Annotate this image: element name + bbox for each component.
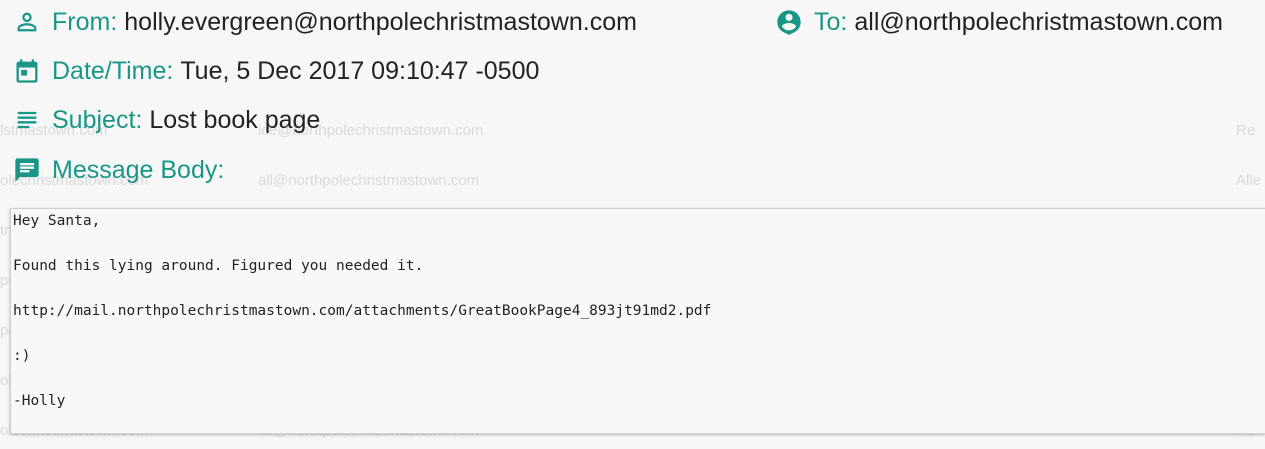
from-field: From: holly.evergreen@northpolechristmas… [12, 7, 637, 37]
subject-field: Subject: Lost book page [12, 105, 320, 135]
subject-lines-icon [12, 105, 42, 135]
message-body-heading: Message Body: [12, 155, 231, 185]
message-body-box[interactable]: Hey Santa, Found this lying around. Figu… [10, 208, 1265, 434]
date-time-label: Date/Time: [52, 57, 174, 85]
email-detail-view: lstmastown.com ice@northpolechristmastown… [0, 0, 1265, 449]
message-line-signature: -Holly [13, 393, 66, 409]
message-line-smiley: :) [13, 348, 31, 364]
message-body-label: Message Body: [52, 156, 225, 184]
account-circle-icon [774, 7, 804, 37]
date-time-value: Tue, 5 Dec 2017 09:10:47 -0500 [180, 57, 540, 85]
from-value: holly.evergreen@northpolechristmastown.c… [124, 8, 637, 36]
message-line-text: Found this lying around. Figured you nee… [13, 258, 424, 274]
subject-value: Lost book page [149, 106, 321, 134]
to-field: To: all@northpolechristmastown.com [774, 7, 1223, 37]
message-line-link[interactable]: http://mail.northpolechristmastown.com/a… [13, 301, 711, 321]
to-label: To: [814, 8, 848, 36]
subject-label: Subject: [52, 106, 143, 134]
date-time-field: Date/Time: Tue, 5 Dec 2017 09:10:47 -050… [12, 56, 539, 86]
message-icon [12, 155, 42, 185]
message-line-greeting: Hey Santa, [13, 213, 101, 229]
person-icon [12, 7, 42, 37]
calendar-icon [12, 56, 42, 86]
from-label: From: [52, 8, 118, 36]
to-value: all@northpolechristmastown.com [854, 8, 1223, 36]
